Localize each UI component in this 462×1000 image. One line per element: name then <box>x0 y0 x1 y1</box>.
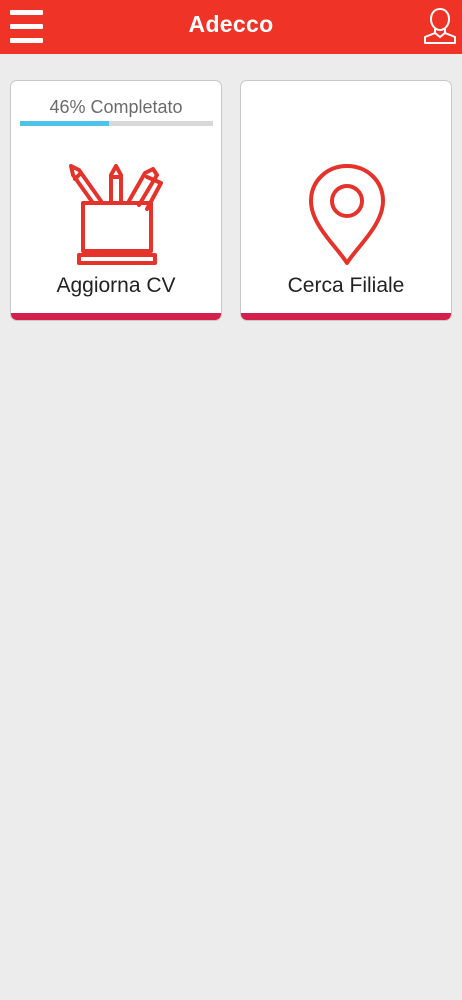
find-branch-label: Cerca Filiale <box>287 274 405 297</box>
app-title: Adecco <box>188 11 274 37</box>
cv-progress-bar <box>20 121 213 126</box>
cv-progress-label: 46% Completato <box>49 97 183 117</box>
card-accent-strip <box>241 313 451 320</box>
update-cv-label: Aggiorna CV <box>56 274 176 297</box>
user-profile-icon[interactable] <box>422 6 458 46</box>
cv-progress-fill <box>20 121 109 126</box>
location-pin-icon <box>307 163 387 267</box>
top-app-bar: Adecco <box>0 0 462 54</box>
pencil-cup-icon <box>67 163 167 269</box>
card-accent-strip <box>11 313 221 320</box>
find-branch-card[interactable]: Cerca Filiale <box>240 80 452 321</box>
update-cv-card[interactable]: 46% Completato Aggiorna CV <box>10 80 222 321</box>
